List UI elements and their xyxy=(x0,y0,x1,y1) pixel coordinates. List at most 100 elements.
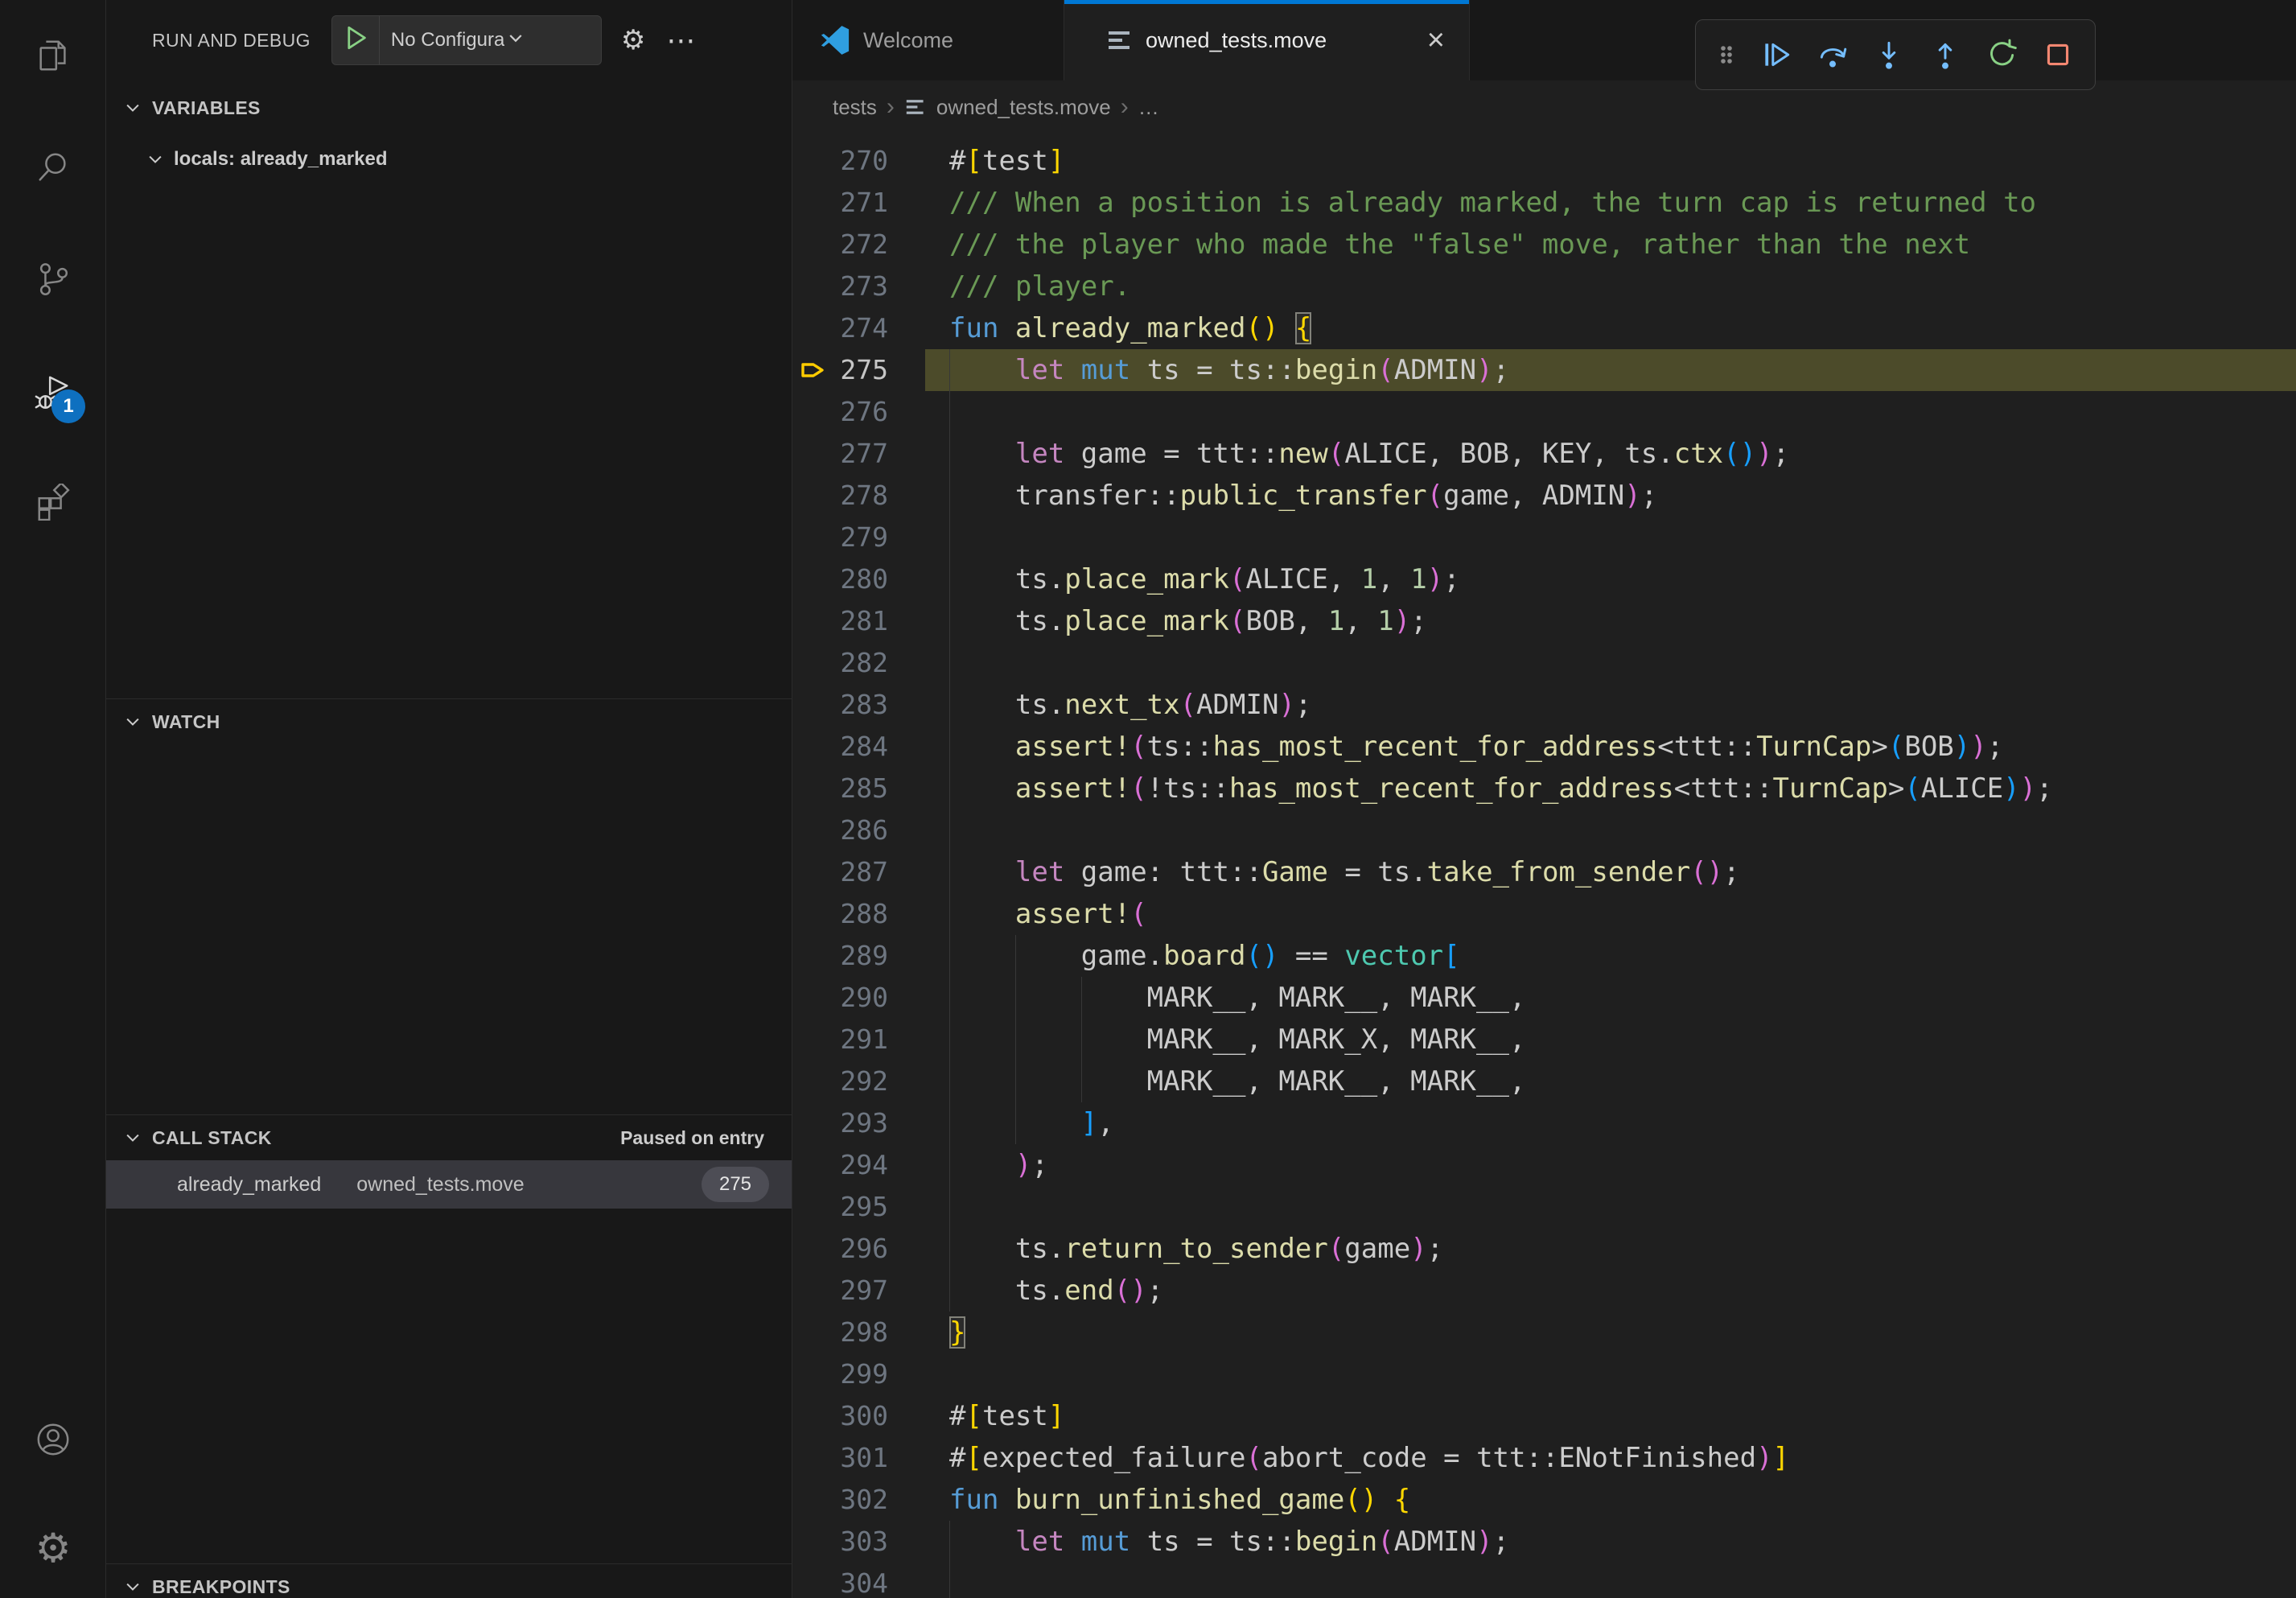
code-line[interactable]: 279 xyxy=(792,517,2296,558)
search-icon[interactable] xyxy=(34,149,72,187)
code-line[interactable]: 291 MARK__, MARK_X, MARK__, xyxy=(792,1019,2296,1061)
code-line[interactable]: 274fun already_marked() { xyxy=(792,307,2296,349)
line-number[interactable]: 299 xyxy=(792,1353,925,1395)
line-number[interactable]: 296 xyxy=(792,1228,925,1270)
watch-section-header[interactable]: WATCH xyxy=(106,699,792,744)
code-line[interactable]: 276 xyxy=(792,391,2296,433)
continue-icon[interactable] xyxy=(1754,32,1799,77)
explorer-icon[interactable] xyxy=(34,37,72,76)
line-number[interactable]: 276 xyxy=(792,391,925,433)
code-line[interactable]: 275 let mut ts = ts::begin(ADMIN); xyxy=(792,349,2296,391)
breakpoints-section-header[interactable]: BREAKPOINTS xyxy=(106,1564,792,1598)
code-line[interactable]: 289 game.board() == vector[ xyxy=(792,935,2296,977)
close-tab-icon[interactable]: × xyxy=(1427,25,1445,56)
line-number[interactable]: 277 xyxy=(792,433,925,475)
line-number[interactable]: 295 xyxy=(792,1186,925,1228)
run-and-debug-icon[interactable]: 1 xyxy=(34,373,72,412)
code-line[interactable]: 298} xyxy=(792,1312,2296,1353)
line-number[interactable]: 272 xyxy=(792,224,925,266)
breadcrumb-file[interactable]: owned_tests.move xyxy=(936,95,1111,120)
line-number[interactable]: 290 xyxy=(792,977,925,1019)
code-line[interactable]: 304 xyxy=(792,1563,2296,1598)
step-over-icon[interactable] xyxy=(1810,32,1855,77)
line-number[interactable]: 270 xyxy=(792,140,925,182)
code-line[interactable]: 271/// When a position is already marked… xyxy=(792,182,2296,224)
code-line[interactable]: 281 ts.place_mark(BOB, 1, 1); xyxy=(792,600,2296,642)
code-line[interactable]: 292 MARK__, MARK__, MARK__, xyxy=(792,1061,2296,1102)
extensions-icon[interactable] xyxy=(34,483,72,521)
line-number[interactable]: 289 xyxy=(792,935,925,977)
code-line[interactable]: 301#[expected_failure(abort_code = ttt::… xyxy=(792,1437,2296,1479)
tab-owned-tests[interactable]: owned_tests.move × xyxy=(1064,0,1470,80)
code-line[interactable]: 297 ts.end(); xyxy=(792,1270,2296,1312)
code-line[interactable]: 296 ts.return_to_sender(game); xyxy=(792,1228,2296,1270)
code-line[interactable]: 287 let game: ttt::Game = ts.take_from_s… xyxy=(792,851,2296,893)
line-number[interactable]: 280 xyxy=(792,558,925,600)
line-number[interactable]: 303 xyxy=(792,1521,925,1563)
stop-icon[interactable] xyxy=(2035,32,2080,77)
step-out-icon[interactable] xyxy=(1923,32,1968,77)
code-line[interactable]: 284 assert!(ts::has_most_recent_for_addr… xyxy=(792,726,2296,768)
line-number[interactable]: 279 xyxy=(792,517,925,558)
line-number[interactable]: 300 xyxy=(792,1395,925,1437)
line-number[interactable]: 275 xyxy=(792,349,925,391)
tab-welcome[interactable]: Welcome xyxy=(792,0,1064,80)
breadcrumb-more[interactable]: … xyxy=(1138,95,1159,120)
line-number[interactable]: 285 xyxy=(792,768,925,809)
code-line[interactable]: 302fun burn_unfinished_game() { xyxy=(792,1479,2296,1521)
code-line[interactable]: 273/// player. xyxy=(792,266,2296,307)
toolbar-drag-handle[interactable] xyxy=(1710,32,1743,77)
line-number[interactable]: 293 xyxy=(792,1102,925,1144)
breadcrumb-folder[interactable]: tests xyxy=(833,95,877,120)
line-number[interactable]: 274 xyxy=(792,307,925,349)
settings-gear-icon[interactable]: ⚙ xyxy=(34,1529,72,1567)
code-line[interactable]: 294 ); xyxy=(792,1144,2296,1186)
line-number[interactable]: 292 xyxy=(792,1061,925,1102)
code-editor[interactable]: 270#[test]271/// When a position is alre… xyxy=(792,134,2296,1598)
code-line[interactable]: 300#[test] xyxy=(792,1395,2296,1437)
code-line[interactable]: 286 xyxy=(792,809,2296,851)
source-control-icon[interactable] xyxy=(34,261,72,299)
line-number[interactable]: 294 xyxy=(792,1144,925,1186)
start-debug-icon[interactable] xyxy=(345,26,368,56)
code-line[interactable]: 293 ], xyxy=(792,1102,2296,1144)
variables-section-header[interactable]: VARIABLES xyxy=(106,85,792,130)
line-number[interactable]: 297 xyxy=(792,1270,925,1312)
line-number[interactable]: 288 xyxy=(792,893,925,935)
more-actions-icon[interactable]: ⋯ xyxy=(666,26,695,55)
code-line[interactable]: 303 let mut ts = ts::begin(ADMIN); xyxy=(792,1521,2296,1563)
line-number[interactable]: 282 xyxy=(792,642,925,684)
line-number[interactable]: 286 xyxy=(792,809,925,851)
code-line[interactable]: 285 assert!(!ts::has_most_recent_for_add… xyxy=(792,768,2296,809)
code-line[interactable]: 283 ts.next_tx(ADMIN); xyxy=(792,684,2296,726)
locals-scope-row[interactable]: locals: already_marked xyxy=(106,137,792,182)
code-line[interactable]: 277 let game = ttt::new(ALICE, BOB, KEY,… xyxy=(792,433,2296,475)
line-number[interactable]: 304 xyxy=(792,1563,925,1598)
call-stack-frame[interactable]: already_markedowned_tests.move275 xyxy=(106,1160,792,1209)
step-into-icon[interactable] xyxy=(1866,32,1911,77)
line-number[interactable]: 273 xyxy=(792,266,925,307)
line-number[interactable]: 291 xyxy=(792,1019,925,1061)
debug-settings-gear-icon[interactable]: ⚙ xyxy=(621,27,645,54)
line-number[interactable]: 281 xyxy=(792,600,925,642)
line-number[interactable]: 283 xyxy=(792,684,925,726)
code-line[interactable]: 278 transfer::public_transfer(game, ADMI… xyxy=(792,475,2296,517)
line-number[interactable]: 271 xyxy=(792,182,925,224)
code-line[interactable]: 272/// the player who made the "false" m… xyxy=(792,224,2296,266)
code-line[interactable]: 280 ts.place_mark(ALICE, 1, 1); xyxy=(792,558,2296,600)
line-number[interactable]: 287 xyxy=(792,851,925,893)
line-number[interactable]: 278 xyxy=(792,475,925,517)
restart-icon[interactable] xyxy=(1979,32,2024,77)
call-stack-section-header[interactable]: CALL STACK Paused on entry xyxy=(106,1115,792,1160)
code-line[interactable]: 299 xyxy=(792,1353,2296,1395)
line-number[interactable]: 301 xyxy=(792,1437,925,1479)
line-number[interactable]: 284 xyxy=(792,726,925,768)
code-line[interactable]: 282 xyxy=(792,642,2296,684)
code-line[interactable]: 290 MARK__, MARK__, MARK__, xyxy=(792,977,2296,1019)
line-number[interactable]: 298 xyxy=(792,1312,925,1353)
line-number[interactable]: 302 xyxy=(792,1479,925,1521)
code-line[interactable]: 270#[test] xyxy=(792,140,2296,182)
code-line[interactable]: 288 assert!( xyxy=(792,893,2296,935)
debug-configuration-dropdown[interactable]: No Configura xyxy=(331,15,602,65)
code-line[interactable]: 295 xyxy=(792,1186,2296,1228)
